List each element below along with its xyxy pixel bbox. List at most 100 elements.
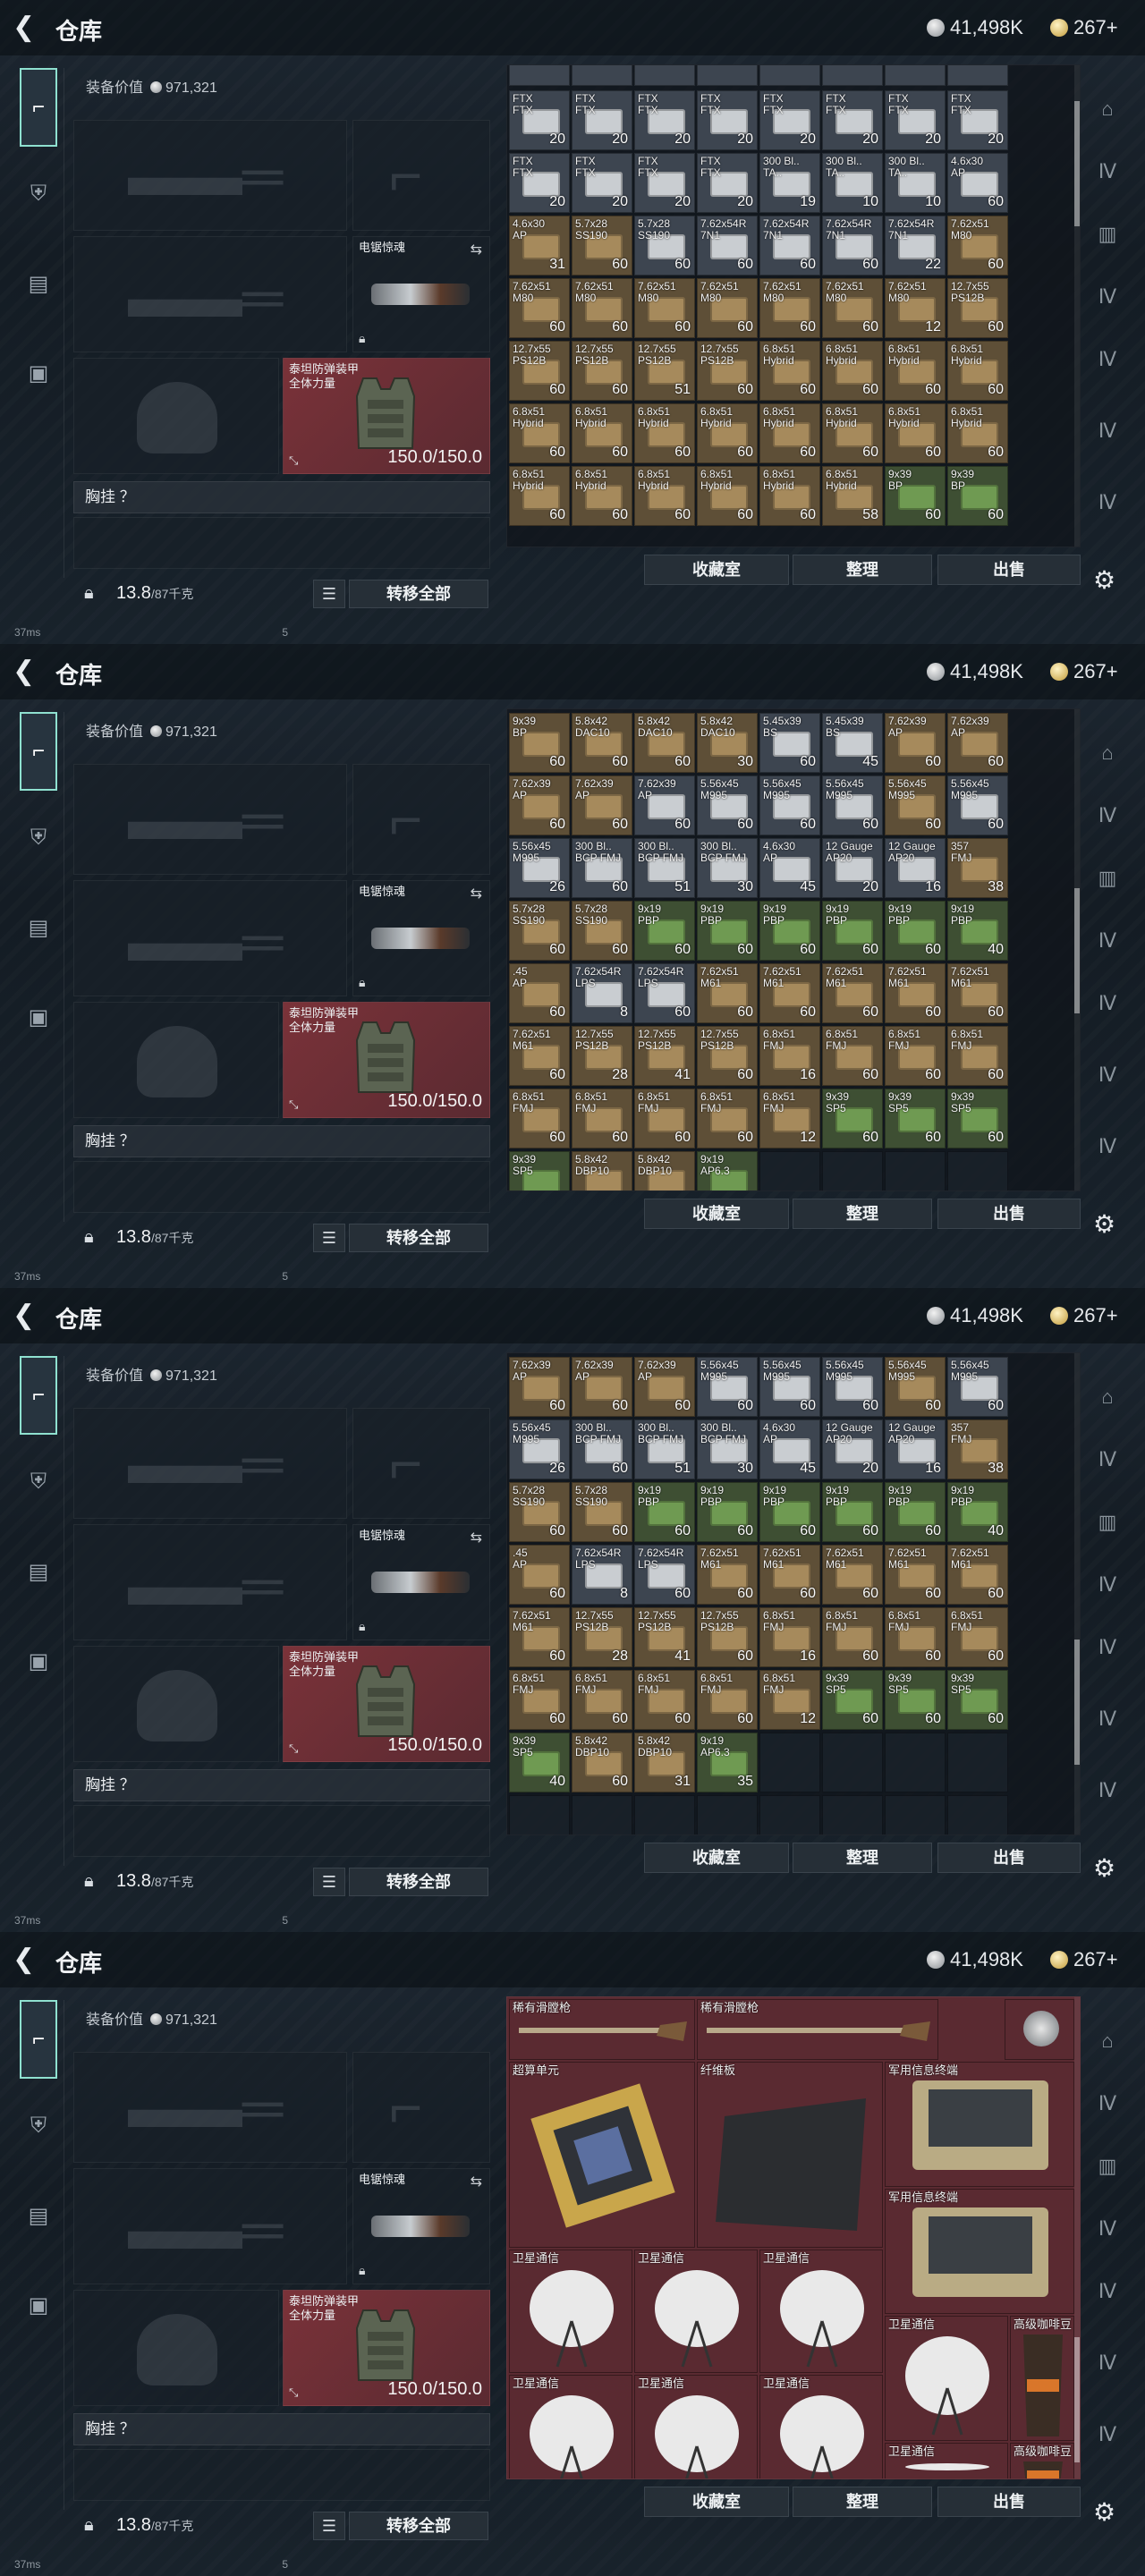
satellite-comm-1[interactable]: 卫星通信 (509, 2250, 632, 2373)
ammo-stack[interactable]: 6.8x51 FMJ 60 (822, 1607, 883, 1667)
empty-slot[interactable] (822, 1151, 883, 1191)
nav-backpack-icon[interactable]: ▣ (20, 354, 57, 392)
category-c-icon[interactable]: ▥ (1090, 1504, 1125, 1540)
ammo-stack[interactable]: 9x39 BP 60 (947, 466, 1008, 526)
ammo-stack[interactable]: 5.56x45 M995 26 (509, 838, 570, 898)
silver-currency[interactable]: 41,498K (927, 1304, 1023, 1327)
ammo-stack[interactable]: 9x19 PBP 60 (759, 901, 820, 961)
category-d-icon[interactable]: Ⅳ (1090, 1567, 1125, 1603)
ammo-stack[interactable]: .45 AP 60 (509, 1545, 570, 1605)
ammo-stack[interactable]: 6.8x51 FMJ 60 (822, 1026, 883, 1086)
ammo-stack[interactable]: 7.62x39 AP 60 (885, 713, 946, 773)
transfer-all-button[interactable]: 转移全部 (349, 1224, 488, 1252)
ammo-stack[interactable]: 9x19 PBP 60 (822, 1482, 883, 1542)
silver-currency[interactable]: 41,498K (927, 16, 1023, 39)
nav-armor-icon[interactable]: ⛨ (20, 1463, 57, 1501)
primary-weapon-slot[interactable]: ▬▬═ (73, 1408, 347, 1519)
premium-coffee-1[interactable]: 高级咖啡豆 (1010, 2316, 1074, 2441)
ammo-stack[interactable]: 7.62x51 M61 60 (822, 963, 883, 1023)
stash-item-partial[interactable] (697, 65, 758, 86)
ammo-stack[interactable]: 6.8x51 Hybrid 60 (634, 403, 695, 463)
ammo-stack[interactable]: 7.62x39 AP 60 (947, 713, 1008, 773)
ammo-stack[interactable]: 5.56x45 M995 60 (885, 775, 946, 835)
category-g-icon[interactable]: Ⅳ (1090, 485, 1125, 521)
ammo-stack[interactable]: 9x19 AP6.335 (697, 1151, 758, 1191)
ammo-stack[interactable]: FTX FTX 20 (759, 90, 820, 150)
category-e-icon[interactable]: Ⅳ (1090, 1630, 1125, 1665)
empty-slot[interactable] (885, 1733, 946, 1792)
category-b-icon[interactable]: Ⅳ (1090, 154, 1125, 190)
ammo-stack[interactable]: 9x19 PBP 60 (885, 1482, 946, 1542)
pistol-slot[interactable]: ⌐ (352, 764, 490, 875)
ammo-stack[interactable]: 9x39 SP540 (509, 1733, 570, 1792)
list-view-icon[interactable]: ☰ (313, 2512, 345, 2540)
backpack-slot[interactable] (73, 1161, 490, 1213)
satellite-comm-4[interactable]: 卫星通信 (509, 2375, 632, 2479)
stash-item-partial[interactable] (759, 65, 820, 86)
expand-icon[interactable]: ⤡ (289, 2385, 298, 2400)
expand-icon[interactable]: ⤡ (289, 1741, 298, 1756)
ammo-stack[interactable]: 7.62x51 M61 60 (947, 1545, 1008, 1605)
ammo-stack[interactable]: 12.7x55 PS12B 60 (947, 278, 1008, 338)
ammo-stack[interactable]: 4.6x30 AP 45 (759, 838, 820, 898)
empty-slot[interactable] (947, 1733, 1008, 1792)
stash-item-partial[interactable] (947, 65, 1008, 86)
ammo-stack[interactable]: 5.7x28 SS190 60 (509, 901, 570, 961)
nav-backpack-icon[interactable]: ▣ (20, 1642, 57, 1680)
stash-grid[interactable]: 稀有滑膛枪 稀有滑膛枪 超算单元 纤维板 军用信息终端 军用信息终端 卫星通信 卫星通信 卫星通… (506, 1996, 1081, 2479)
ammo-stack[interactable]: 9x39 SP540 (509, 1151, 570, 1191)
ammo-stack[interactable]: 7.62x39 AP 60 (572, 1357, 632, 1417)
helmet-slot[interactable] (73, 358, 279, 474)
ammo-stack[interactable]: 4.6x30 AP 45 (759, 1419, 820, 1479)
ammo-stack[interactable]: 5.56x45 M995 60 (759, 775, 820, 835)
secondary-weapon-slot[interactable]: ▬▬═ (73, 236, 347, 352)
category-g-icon[interactable]: Ⅳ (1090, 1773, 1125, 1809)
sell-button[interactable]: 出售 (937, 2487, 1081, 2517)
nav-weapons-gun-icon[interactable]: ⌐ (20, 2000, 57, 2079)
ammo-stack[interactable]: 5.7x28 SS190 60 (572, 216, 632, 275)
nav-backpack-icon[interactable]: ▣ (20, 2286, 57, 2324)
pistol-slot[interactable]: ⌐ (352, 2052, 490, 2163)
ammo-stack[interactable]: 7.62x39 AP 60 (509, 1357, 570, 1417)
empty-slot[interactable] (822, 1733, 883, 1792)
ammo-stack[interactable]: 300 Bl.. BCP FMJ 60 (572, 1419, 632, 1479)
back-arrow-icon[interactable]: ❮ (13, 1945, 43, 1975)
category-e-icon[interactable]: Ⅳ (1090, 2274, 1125, 2309)
satellite-comm-5[interactable]: 卫星通信 (634, 2375, 758, 2479)
stash-item-partial[interactable] (509, 65, 570, 86)
ammo-stack[interactable]: FTX FTX 20 (697, 153, 758, 213)
ammo-stack[interactable]: 357 FMJ 38 (947, 838, 1008, 898)
ammo-stack[interactable]: 357 FMJ 38 (947, 1419, 1008, 1479)
nav-armor-icon[interactable]: ⛨ (20, 175, 57, 213)
category-a-icon[interactable]: ⌂ (1090, 1379, 1125, 1415)
vault-button[interactable]: 收藏室 (644, 2487, 789, 2517)
list-view-icon[interactable]: ☰ (313, 1868, 345, 1896)
ammo-stack[interactable]: 6.8x51 FMJ 60 (509, 1089, 570, 1148)
silver-currency[interactable]: 41,498K (927, 1948, 1023, 1971)
ammo-stack[interactable]: FTX FTX 20 (822, 90, 883, 150)
military-terminal-2[interactable]: 军用信息终端 (885, 2189, 1074, 2314)
ammo-stack[interactable]: 9x19 AP6.335 (697, 1733, 758, 1792)
ammo-stack[interactable]: 6.8x51 FMJ 60 (572, 1670, 632, 1730)
stash-grid[interactable]: 9x39 BP 60 5.8x42 DAC10 60 5.8x42 DAC10 60 5.8… (506, 708, 1081, 1191)
scroll-thumb[interactable] (1074, 2337, 1080, 2462)
stash-item-partial[interactable] (634, 65, 695, 86)
ammo-stack[interactable]: 12.7x55 PS12B 60 (697, 1607, 758, 1667)
nav-weapons-gun-icon[interactable]: ⌐ (20, 712, 57, 791)
ammo-stack[interactable]: FTX FTX 20 (572, 153, 632, 213)
category-a-icon[interactable]: ⌂ (1090, 2023, 1125, 2059)
ammo-stack[interactable]: 5.7x28 SS190 60 (509, 1482, 570, 1542)
helmet-slot[interactable] (73, 2290, 279, 2406)
ammo-stack[interactable]: 7.62x54R LPS 60 (634, 1545, 695, 1605)
ammo-stack[interactable]: 6.8x51 FMJ 60 (509, 1670, 570, 1730)
ammo-stack[interactable]: 12 Gauge AP20 20 (822, 838, 883, 898)
ammo-stack[interactable]: 7.62x51 M80 60 (822, 278, 883, 338)
helmet-slot[interactable] (73, 1002, 279, 1118)
ammo-stack[interactable]: 9x19 PBP 60 (759, 1482, 820, 1542)
ammo-stack[interactable]: 12.7x55 PS12B 41 (634, 1607, 695, 1667)
category-f-icon[interactable]: Ⅳ (1090, 2345, 1125, 2381)
category-f-icon[interactable]: Ⅳ (1090, 413, 1125, 449)
ammo-stack[interactable]: 5.56x45 M995 60 (947, 775, 1008, 835)
category-b-icon[interactable]: Ⅳ (1090, 2086, 1125, 2122)
nav-armor-icon[interactable]: ⛨ (20, 819, 57, 857)
